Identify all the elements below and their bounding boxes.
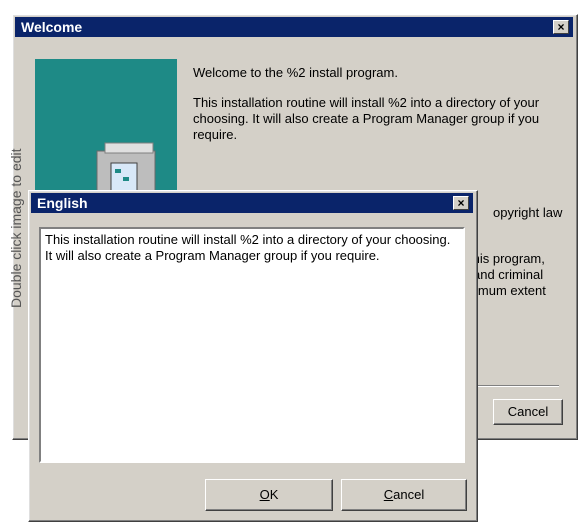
- english-dialog: English × This installation routine will…: [28, 190, 478, 522]
- welcome-separator: [469, 385, 559, 387]
- welcome-paragraph: This installation routine will install %…: [193, 95, 540, 142]
- welcome-title: Welcome: [21, 19, 83, 35]
- side-watermark: Double click image to edit: [8, 148, 24, 308]
- warning-line-3: imum extent: [475, 283, 546, 298]
- computer-icon: [96, 142, 156, 209]
- welcome-heading: Welcome to the %2 install program.: [193, 65, 398, 80]
- warning-line-2: and criminal: [473, 267, 544, 282]
- close-icon: ×: [457, 196, 465, 210]
- warning-line-1: this program,: [469, 251, 545, 266]
- ok-button[interactable]: OK: [205, 479, 333, 511]
- welcome-cancel-button[interactable]: Cancel: [493, 399, 563, 425]
- english-title: English: [37, 195, 88, 211]
- cancel-button[interactable]: Cancel: [341, 479, 467, 511]
- english-title-bar[interactable]: English ×: [31, 193, 473, 213]
- close-icon: ×: [557, 20, 565, 34]
- welcome-close-button[interactable]: ×: [553, 20, 569, 34]
- english-close-button[interactable]: ×: [453, 196, 469, 210]
- welcome-banner-image: [35, 59, 177, 209]
- copyright-fragment: opyright law: [493, 205, 563, 220]
- welcome-title-bar[interactable]: Welcome ×: [15, 17, 573, 37]
- english-text-area[interactable]: This installation routine will install %…: [39, 227, 465, 463]
